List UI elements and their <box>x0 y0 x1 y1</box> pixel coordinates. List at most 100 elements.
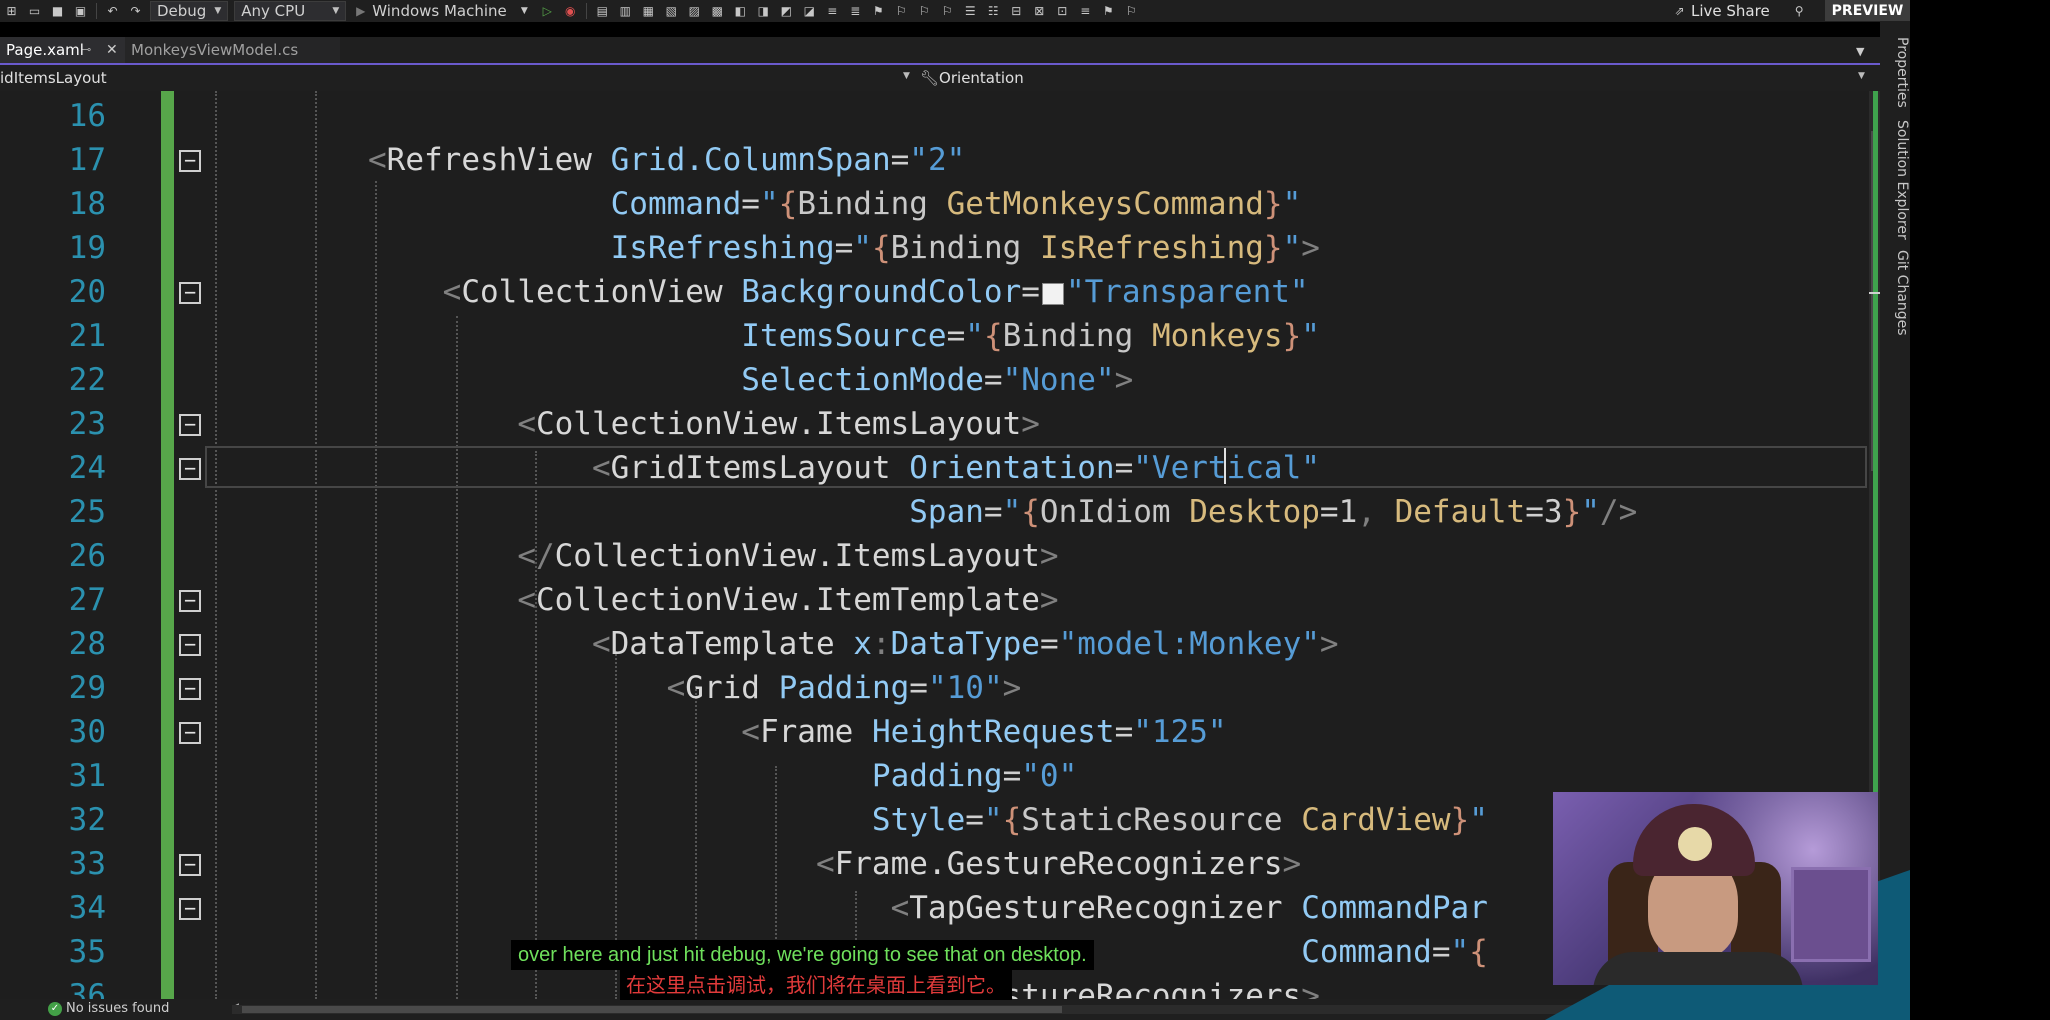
close-icon[interactable]: ✕ <box>106 37 118 63</box>
code-text: <Grid Padding="10"> <box>666 670 1022 706</box>
code-line: 20 − <CollectionView BackgroundColor= "Tr… <box>0 270 1880 314</box>
code-line: 25 Span="{OnIdiom Desktop=1, Default=3}"… <box>0 490 1880 534</box>
side-tab-properties[interactable]: Properties <box>1894 37 1910 108</box>
platform-label: Any CPU <box>241 2 306 20</box>
toolbar-icon[interactable]: ◨ <box>756 4 771 18</box>
line-number: 20 <box>68 274 106 310</box>
feedback-icon[interactable]: ⚲ <box>1792 4 1807 18</box>
toolbar-icon[interactable]: ◧ <box>733 4 748 18</box>
line-number: 25 <box>68 494 106 530</box>
code-text: Padding="0" <box>871 758 1078 794</box>
subtitle-english: over here and just hit debug, we're goin… <box>511 940 1094 970</box>
toolbar-icon[interactable]: ☰ <box>963 4 978 18</box>
toolbar-icon[interactable]: ▧ <box>664 4 679 18</box>
undo-icon[interactable]: ↶ <box>105 4 120 18</box>
pin-icon[interactable]: ⊸ <box>82 37 91 63</box>
configuration-dropdown[interactable]: Debug ▼ <box>150 1 229 21</box>
play-icon[interactable]: ▶ <box>353 4 368 18</box>
code-text: IsRefreshing="{Binding IsRefreshing}"> <box>610 230 1320 266</box>
preview-badge[interactable]: PREVIEW <box>1825 0 1910 21</box>
toolbar-icon[interactable]: ▤ <box>595 4 610 18</box>
hot-reload-icon[interactable]: ◉ <box>563 4 578 18</box>
code-text: </CollectionView.ItemsLayout> <box>517 538 1059 574</box>
chevron-down-icon: ▼ <box>214 6 222 16</box>
bookmark-icon[interactable]: ⚐ <box>940 4 955 18</box>
line-number: 24 <box>68 450 106 486</box>
fold-collapse-icon[interactable]: − <box>179 458 201 480</box>
line-number: 36 <box>68 978 106 999</box>
code-line: 30 − <Frame HeightRequest="125" <box>0 710 1880 754</box>
toolbar-icon[interactable]: ≡ <box>825 4 840 18</box>
line-number: 26 <box>68 538 106 574</box>
document-tabs: Page.xaml ⊸ ✕ MonkeysViewModel.cs ▼ <box>0 37 1880 65</box>
tab-page-xaml[interactable]: Page.xaml ⊸ ✕ <box>0 37 125 63</box>
bookmark-icon[interactable]: ⚑ <box>871 4 886 18</box>
tab-overflow-chevron-icon[interactable]: ▼ <box>1856 45 1864 58</box>
toolbar-icon[interactable]: ◩ <box>779 4 794 18</box>
toolbar-icon[interactable]: ⊡ <box>1055 4 1070 18</box>
issues-status[interactable]: No issues found <box>66 1001 169 1016</box>
code-line: 21 ItemsSource="{Binding Monkeys}" <box>0 314 1880 358</box>
toolbar-icon[interactable]: ▦ <box>641 4 656 18</box>
scrollbar-change-marker <box>1873 91 1878 796</box>
toolbar-icon[interactable]: ⊟ <box>1009 4 1024 18</box>
text-cursor <box>1224 448 1226 484</box>
bookmark-icon[interactable]: ⚐ <box>894 4 909 18</box>
toolbar-icon[interactable]: ▨ <box>687 4 702 18</box>
chevron-down-icon[interactable]: ▼ <box>517 4 532 18</box>
code-text: <CollectionView.ItemsLayout> <box>517 406 1040 442</box>
fold-collapse-icon[interactable]: − <box>179 282 201 304</box>
run-target-button[interactable]: Windows Machine <box>372 2 507 20</box>
code-text: <Frame.GestureRecognizers> <box>815 846 1302 882</box>
scrollbar-thumb[interactable] <box>242 1006 1062 1013</box>
side-tab-git-changes[interactable]: Git Changes <box>1894 250 1910 336</box>
save-icon[interactable]: ■ <box>50 4 65 18</box>
redo-icon[interactable]: ↷ <box>128 4 143 18</box>
toolbar-icon[interactable]: ⊠ <box>1032 4 1047 18</box>
tab-monkeys-viewmodel[interactable]: MonkeysViewModel.cs <box>125 37 340 63</box>
fold-collapse-icon[interactable]: − <box>179 898 201 920</box>
new-project-icon[interactable]: ⊞ <box>4 4 19 18</box>
start-without-debug-icon[interactable]: ▷ <box>540 4 555 18</box>
bookmark-icon[interactable]: ⚐ <box>1124 4 1139 18</box>
tab-label: Page.xaml <box>6 41 84 59</box>
open-folder-icon[interactable]: ▭ <box>27 4 42 18</box>
live-share-button[interactable]: ⇗ Live Share ⚲ <box>1668 0 1811 22</box>
toolbar-icon[interactable]: ◪ <box>802 4 817 18</box>
code-line: 24 − <GridItemsLayout Orientation="Verti… <box>0 446 1880 490</box>
side-panel-tabs: Properties Solution Explorer Git Changes <box>1880 22 1910 999</box>
live-share-icon: ⇗ <box>1674 4 1685 18</box>
fold-collapse-icon[interactable]: − <box>179 634 201 656</box>
check-icon: ✓ <box>48 1002 62 1016</box>
chevron-down-icon[interactable]: ▼ <box>903 71 910 81</box>
color-swatch-icon[interactable] <box>1041 283 1064 305</box>
save-all-icon[interactable]: ▣ <box>73 4 88 18</box>
line-number: 32 <box>68 802 106 838</box>
toolbar-icon[interactable]: ▩ <box>710 4 725 18</box>
fold-collapse-icon[interactable]: − <box>179 722 201 744</box>
side-tab-solution-explorer[interactable]: Solution Explorer <box>1894 120 1910 240</box>
fold-collapse-icon[interactable]: − <box>179 590 201 612</box>
member-label: Orientation <box>939 69 1024 87</box>
toolbar-icon[interactable]: ≣ <box>848 4 863 18</box>
toolbar-icon[interactable]: ≡ <box>1078 4 1093 18</box>
bookmark-icon[interactable]: ⚐ <box>917 4 932 18</box>
fold-collapse-icon[interactable]: − <box>179 414 201 436</box>
member-selector[interactable]: 🔧︎Orientation <box>920 69 1024 87</box>
navigation-bar: idItemsLayout ▼ 🔧︎Orientation ▼ <box>0 65 1880 91</box>
toolbar-icon[interactable]: ▥ <box>618 4 633 18</box>
element-selector[interactable]: idItemsLayout <box>0 69 107 87</box>
fold-collapse-icon[interactable]: − <box>179 854 201 876</box>
fold-collapse-icon[interactable]: − <box>179 678 201 700</box>
platform-dropdown[interactable]: Any CPU ▼ <box>234 1 347 21</box>
chevron-down-icon[interactable]: ▼ <box>1858 71 1865 81</box>
bookmark-icon[interactable]: ⚑ <box>1101 4 1116 18</box>
fold-collapse-icon[interactable]: − <box>179 150 201 172</box>
toolbar-icon[interactable]: ☷ <box>986 4 1001 18</box>
line-number: 17 <box>68 142 106 178</box>
line-number: 16 <box>68 98 106 134</box>
line-number: 18 <box>68 186 106 222</box>
beanie-badge-icon <box>1678 827 1712 861</box>
tab-label: MonkeysViewModel.cs <box>131 41 299 59</box>
code-line: 17 − <RefreshView Grid.ColumnSpan="2" <box>0 138 1880 182</box>
